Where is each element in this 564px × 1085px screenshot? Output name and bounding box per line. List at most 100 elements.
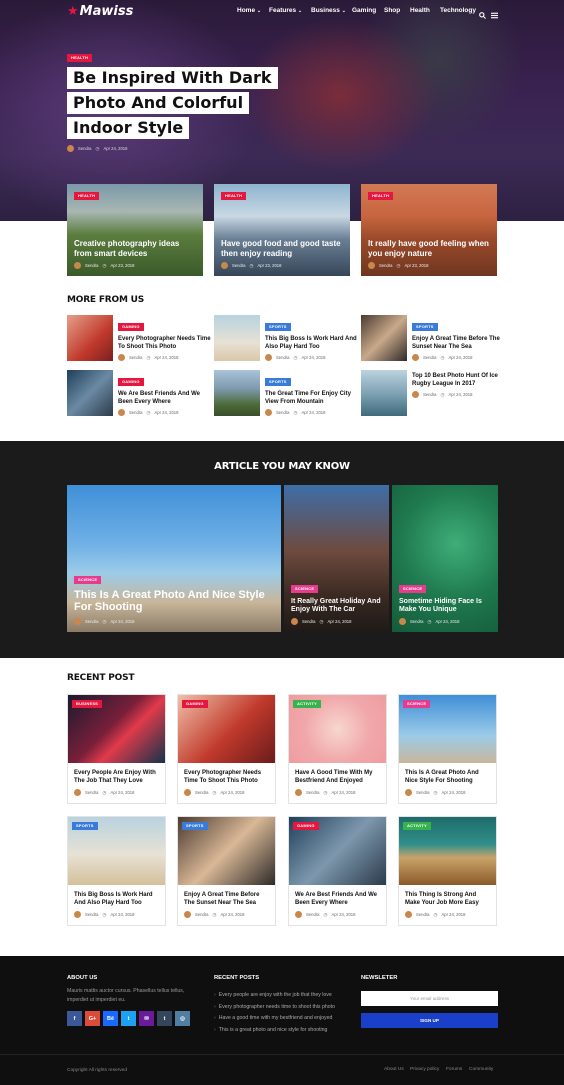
thumbnail[interactable]: [67, 315, 113, 361]
avatar: [221, 262, 228, 269]
avatar: [368, 262, 375, 269]
featured-card[interactable]: HEALTH It really have good feeling when …: [361, 184, 497, 276]
post-title[interactable]: This Thing Is Strong And Make Your Job M…: [405, 892, 492, 908]
site-logo[interactable]: ★Mawiss: [67, 4, 133, 19]
card-title[interactable]: This Is A Great Photo And Nice Style For…: [74, 589, 274, 614]
item-title[interactable]: Every Photographer Needs Time To Shoot T…: [118, 336, 212, 351]
nav-business[interactable]: Business ⌄: [311, 7, 346, 14]
hero-tag[interactable]: HEALTH: [67, 54, 93, 62]
clock-icon: ◷: [95, 145, 100, 151]
chevron-right-icon: ›: [214, 1003, 216, 1010]
nav-health[interactable]: Health: [410, 7, 430, 14]
nav-technology[interactable]: Technology: [440, 7, 476, 14]
post-card[interactable]: SCIENCE This Is A Great Photo And Nice S…: [398, 694, 497, 804]
facebook-icon[interactable]: f: [67, 1011, 82, 1026]
google-plus-icon[interactable]: G+: [85, 1011, 100, 1026]
author[interactable]: Sendra: [78, 146, 92, 151]
post-card[interactable]: ACTIVITY This Thing Is Strong And Make Y…: [398, 816, 497, 926]
post-card[interactable]: SPORTS Enjoy A Great Time Before The Sun…: [177, 816, 276, 926]
menu-icon[interactable]: [491, 6, 498, 24]
featured-card[interactable]: HEALTH Creative photography ideas from s…: [67, 184, 203, 276]
card-title[interactable]: Have good food and good taste then enjoy…: [221, 239, 343, 259]
section-heading: RECENT POST: [67, 673, 135, 683]
popular-card[interactable]: SCIENCE This Is A Great Photo And Nice S…: [67, 485, 281, 632]
clock-icon: ◷: [249, 262, 254, 268]
list-item[interactable]: GAMING We Are Best Friends And We Been Ev…: [67, 370, 212, 416]
post-title[interactable]: This Is A Great Photo And Nice Style For…: [405, 770, 492, 786]
post-card[interactable]: GAMING Every Photographer Needs Time To …: [177, 694, 276, 804]
section-heading: ARTICLE YOU MAY KNOW: [214, 461, 350, 472]
social-links: f G+ Bē t ✉ t ◎: [67, 1011, 190, 1026]
email-input[interactable]: Your email address: [361, 991, 498, 1006]
post-title[interactable]: Enjoy A Great Time Before The Sunset Nea…: [184, 892, 271, 908]
footer-link-about[interactable]: About Us: [384, 1067, 404, 1072]
about-text: Mauris mattis auctor cursus. Phasellus t…: [67, 988, 185, 1003]
footer-link-privacy[interactable]: Privacy policy: [410, 1067, 439, 1072]
thumbnail[interactable]: [361, 370, 407, 416]
list-item[interactable]: SPORTS The Great Time For Enjoy City View…: [214, 370, 359, 416]
card-title[interactable]: Sometime Hiding Face Is Make You Unique: [399, 598, 493, 614]
instagram-icon[interactable]: ◎: [175, 1011, 190, 1026]
item-title[interactable]: This Big Boss Is Work Hard And Also Play…: [265, 336, 359, 351]
item-title[interactable]: We Are Best Friends And We Been Every Wh…: [118, 391, 212, 406]
post-title[interactable]: This Big Boss Is Work Hard And Also Play…: [74, 892, 161, 908]
nav-features[interactable]: Features ⌄: [269, 7, 302, 14]
date: Apr 24, 2018: [103, 146, 128, 151]
post-title[interactable]: Have A Good Time With My Bestfriend And …: [295, 770, 382, 786]
card-title[interactable]: Creative photography ideas from smart de…: [74, 239, 196, 259]
popular-card[interactable]: SCIENCE Sometime Hiding Face Is Make You…: [392, 485, 498, 632]
footer-recent-posts: › Every people are enjoy with the job tha…: [214, 990, 335, 1036]
signup-button[interactable]: SIGN UP: [361, 1013, 498, 1028]
footer-link-community[interactable]: Community: [469, 1067, 493, 1072]
footer-heading: NEWSLETER: [361, 975, 398, 981]
chevron-right-icon: ›: [214, 1015, 216, 1021]
star-icon: ★: [67, 4, 79, 19]
thumbnail[interactable]: [214, 315, 260, 361]
mail-icon[interactable]: ✉: [139, 1011, 154, 1026]
post-title[interactable]: Every People Are Enjoy With The Job That…: [74, 770, 161, 786]
footer-heading: ABOUT US: [67, 975, 98, 981]
thumbnail[interactable]: [361, 315, 407, 361]
top-nav: ★Mawiss Home ⌄ Features ⌄ Business ⌄ Gam…: [0, 0, 564, 24]
footer-link-forums[interactable]: Forums: [446, 1067, 462, 1072]
card-title[interactable]: It Really Great Holiday And Enjoy With T…: [291, 598, 384, 614]
nav-shop[interactable]: Shop: [384, 7, 400, 14]
featured-card[interactable]: HEALTH Have good food and good taste the…: [214, 184, 350, 276]
avatar: [67, 145, 74, 152]
list-item[interactable]: SPORTS Enjoy A Great Time Before The Suns…: [361, 315, 506, 361]
footer-post-link[interactable]: › Have a good time with my bestfriend and…: [214, 1013, 335, 1025]
post-title[interactable]: We Are Best Friends And We Been Every Wh…: [295, 892, 382, 908]
thumbnail[interactable]: [214, 370, 260, 416]
copyright: Copyright All rights reserved: [67, 1068, 127, 1073]
chevron-right-icon: ›: [214, 992, 216, 998]
tumblr-icon[interactable]: t: [157, 1011, 172, 1026]
clock-icon: ◷: [102, 262, 107, 268]
twitter-icon[interactable]: t: [121, 1011, 136, 1026]
nav-home[interactable]: Home ⌄: [237, 7, 261, 14]
footer-post-link[interactable]: › Every people are enjoy with the job tha…: [214, 990, 335, 1002]
footer-post-link[interactable]: › This is a great photo and nice style fo…: [214, 1025, 335, 1037]
footer-post-link[interactable]: › Every photographer needs time to shoot …: [214, 1002, 335, 1014]
list-item[interactable]: GAMING Every Photographer Needs Time To S…: [67, 315, 212, 361]
item-title[interactable]: Enjoy A Great Time Before The Sunset Nea…: [412, 336, 506, 351]
list-item[interactable]: Top 10 Best Photo Hunt Of Ice Rugby Leag…: [361, 370, 506, 416]
post-title[interactable]: Every Photographer Needs Time To Shoot T…: [184, 770, 271, 786]
nav-gaming[interactable]: Gaming: [352, 7, 376, 14]
hero-title[interactable]: Be Inspired With Dark Photo And Colorful…: [67, 67, 278, 142]
section-heading: MORE FROM US: [67, 295, 145, 305]
card-title[interactable]: It really have good feeling when you enj…: [368, 239, 490, 259]
post-card[interactable]: BUSINESS Every People Are Enjoy With The…: [67, 694, 166, 804]
behance-icon[interactable]: Bē: [103, 1011, 118, 1026]
list-item[interactable]: SPORTS This Big Boss Is Work Hard And Als…: [214, 315, 359, 361]
post-card[interactable]: ACTIVITY Have A Good Time With My Bestfr…: [288, 694, 387, 804]
post-card[interactable]: GAMING We Are Best Friends And We Been E…: [288, 816, 387, 926]
thumbnail[interactable]: [67, 370, 113, 416]
hero-meta: Sendra ◷ Apr 24, 2018: [67, 145, 127, 152]
popular-card[interactable]: SCIENCE It Really Great Holiday And Enjo…: [284, 485, 389, 632]
post-card[interactable]: SPORTS This Big Boss Is Work Hard And Al…: [67, 816, 166, 926]
search-icon[interactable]: [479, 6, 486, 24]
item-title[interactable]: The Great Time For Enjoy City View From …: [265, 391, 359, 406]
divider: [0, 1054, 564, 1055]
avatar: [74, 262, 81, 269]
item-title[interactable]: Top 10 Best Photo Hunt Of Ice Rugby Leag…: [412, 373, 506, 388]
